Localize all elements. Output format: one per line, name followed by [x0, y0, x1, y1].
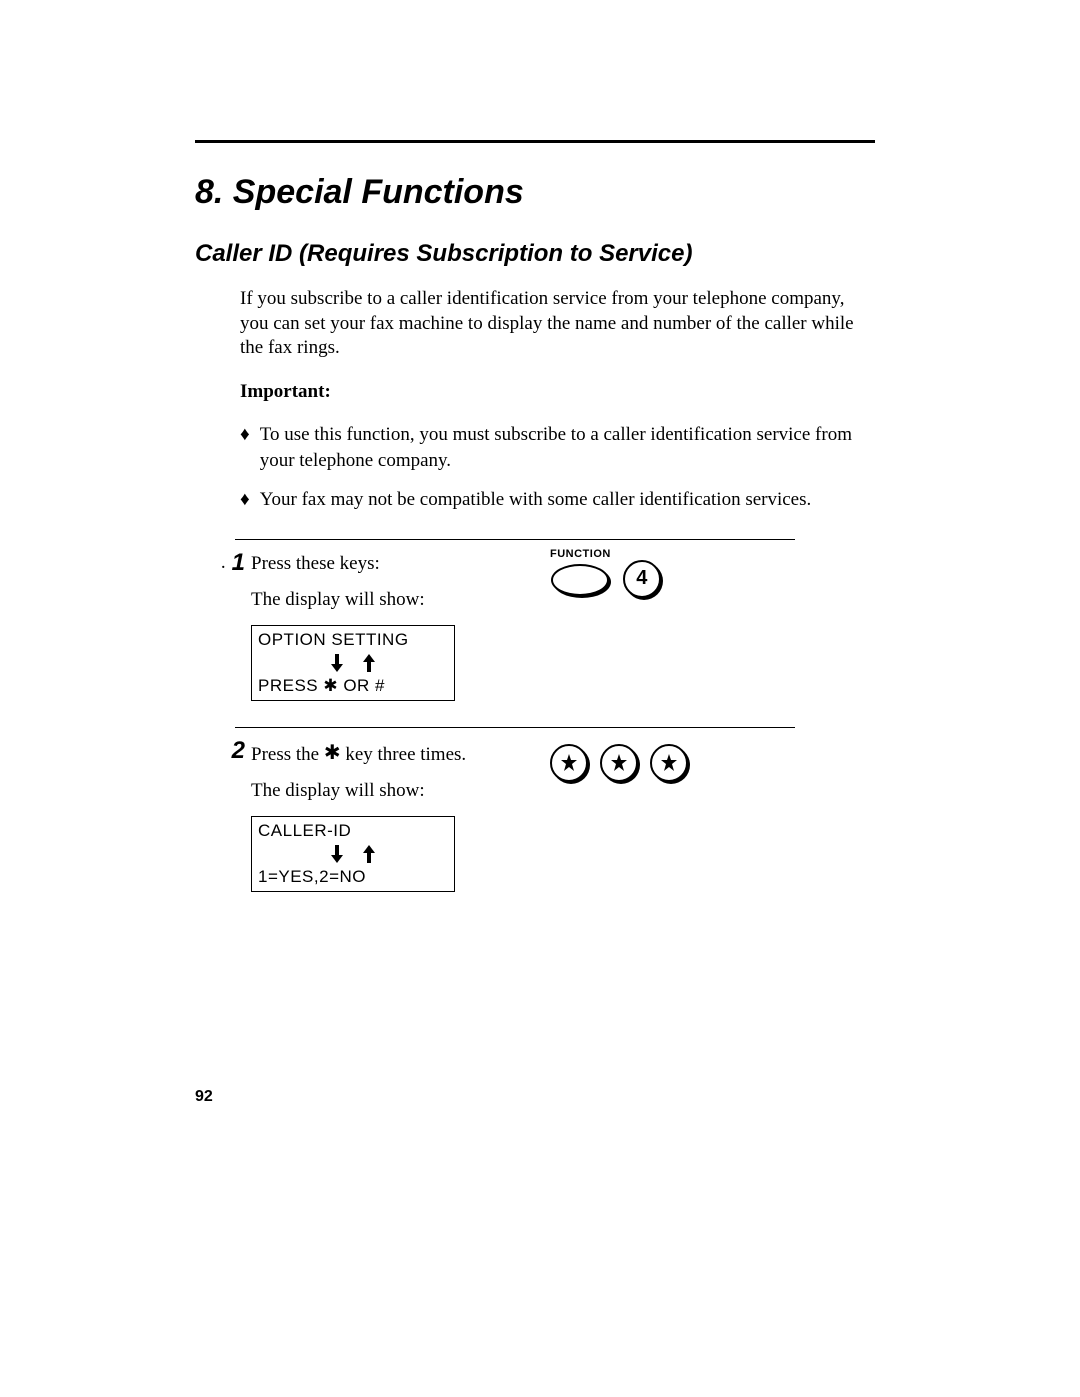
step2-text2: The display will show: — [251, 780, 875, 802]
step1-keys: FUNCTION 4 — [550, 546, 661, 598]
bullet-item: ♦ Your fax may not be compatible with so… — [240, 487, 875, 513]
lcd-arrows — [258, 841, 448, 867]
star-key-icon — [550, 744, 588, 782]
step-divider — [235, 539, 795, 540]
step-number: 2 — [232, 738, 245, 763]
bullet-text: To use this function, you must subscribe… — [260, 422, 875, 473]
step-dot: . — [221, 550, 226, 577]
chapter-title: 8. Special Functions — [195, 173, 875, 212]
lcd-display: OPTION SETTING PRESS ✱ OR # — [251, 625, 455, 701]
up-arrow-icon — [362, 845, 376, 863]
step2-keys — [550, 744, 688, 782]
diamond-icon: ♦ — [240, 422, 250, 473]
bullet-item: ♦ To use this function, you must subscri… — [240, 422, 875, 473]
key-4-label: 4 — [636, 567, 647, 590]
bullet-text: Your fax may not be compatible with some… — [260, 487, 812, 513]
up-arrow-icon — [362, 654, 376, 672]
page-content: 8. Special Functions Caller ID (Requires… — [195, 140, 875, 892]
star-key-icon — [650, 744, 688, 782]
step-divider — [235, 727, 795, 728]
step-number: 1 — [232, 550, 245, 575]
star-icon: ✱ — [324, 742, 341, 764]
lcd-line2: PRESS ✱ OR # — [258, 676, 448, 696]
down-arrow-icon — [330, 845, 344, 863]
lcd-line1: CALLER-ID — [258, 821, 448, 841]
lcd-arrows — [258, 650, 448, 676]
lcd-display: CALLER-ID 1=YES,2=NO — [251, 816, 455, 892]
function-key-label: FUNCTION — [550, 548, 611, 560]
function-key-wrap: FUNCTION — [550, 548, 611, 596]
function-key-icon — [551, 564, 609, 596]
diamond-icon: ♦ — [240, 487, 250, 513]
page-number: 92 — [195, 1088, 213, 1106]
key-4-icon: 4 — [623, 560, 661, 598]
bullet-list: ♦ To use this function, you must subscri… — [240, 422, 875, 513]
important-label: Important: — [240, 381, 875, 403]
lcd-line2: 1=YES,2=NO — [258, 867, 448, 887]
top-rule — [195, 140, 875, 143]
star-key-icon — [600, 744, 638, 782]
lcd-line1: OPTION SETTING — [258, 630, 448, 650]
section-title: Caller ID (Requires Subscription to Serv… — [195, 240, 875, 268]
down-arrow-icon — [330, 654, 344, 672]
step-2: 2 Press the ✱ key three times. The displ… — [195, 738, 875, 892]
intro-paragraph: If you subscribe to a caller identificat… — [240, 287, 865, 361]
step-1: . 1 Press these keys: The display will s… — [195, 550, 875, 701]
